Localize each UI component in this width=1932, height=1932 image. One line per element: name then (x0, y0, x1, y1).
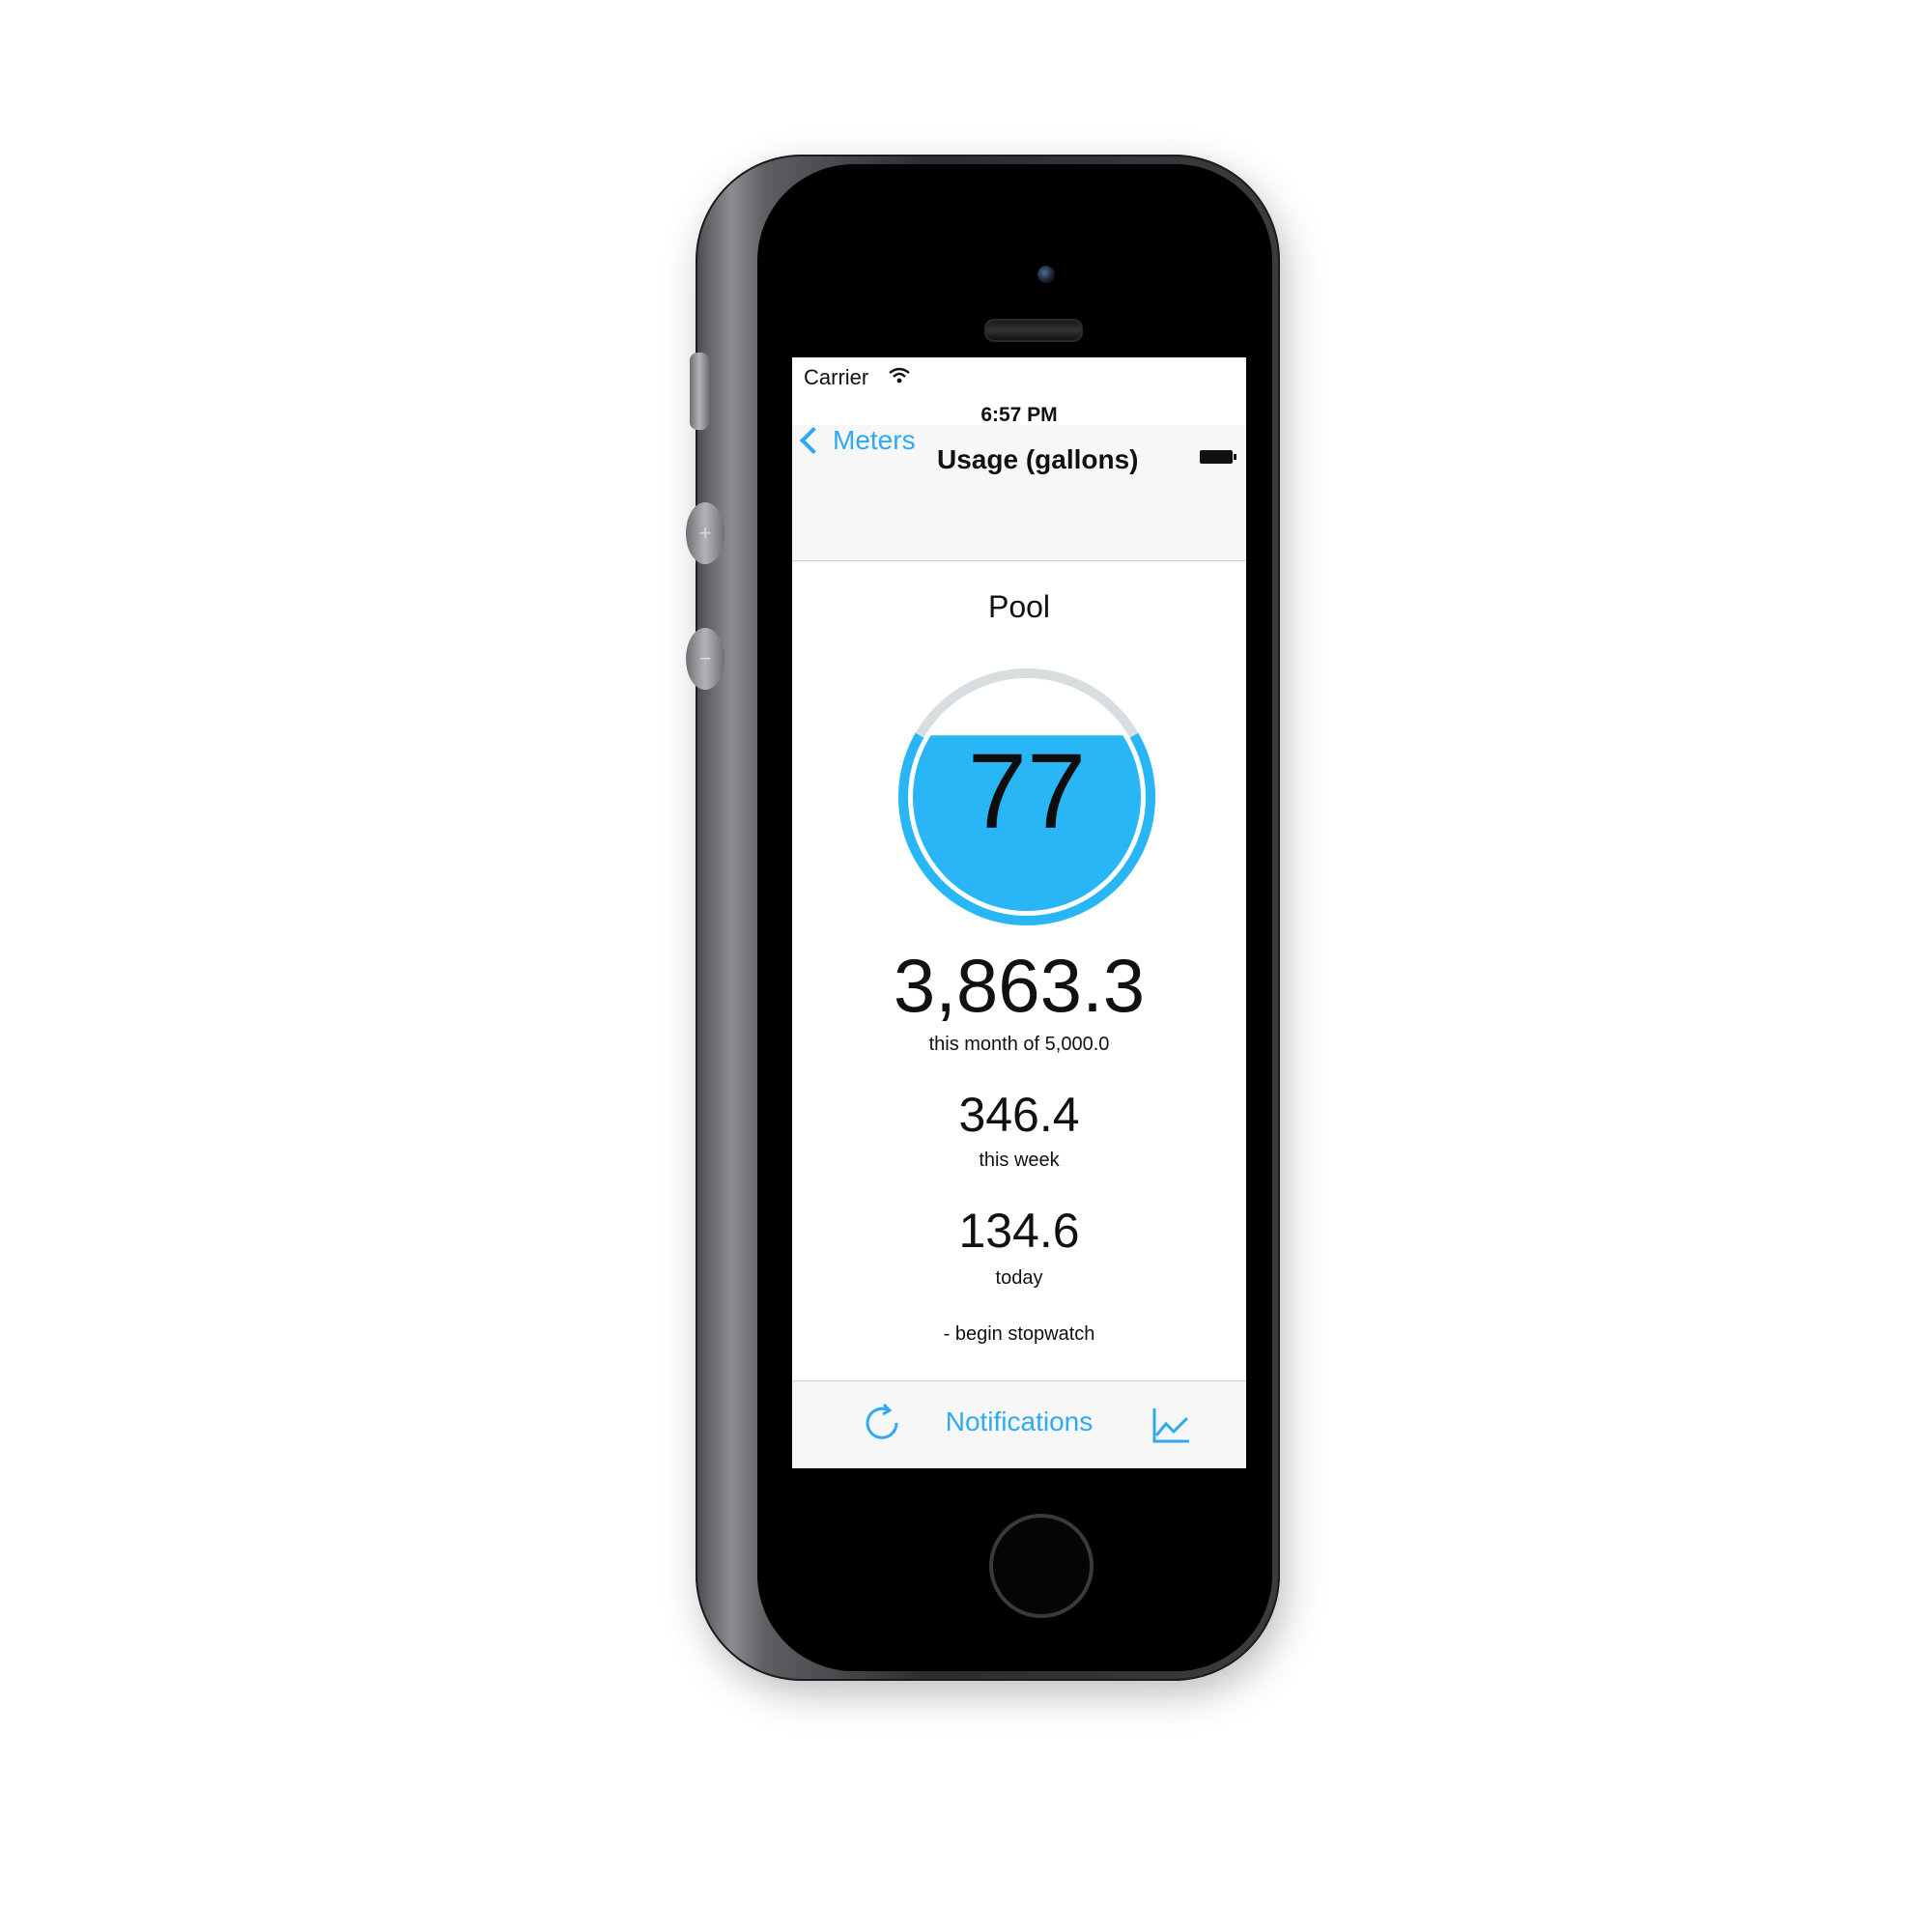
status-bar: Carrier 6:57 PM (792, 357, 1246, 426)
bottom-toolbar: Notifications (792, 1380, 1246, 1468)
usage-gauge: 77 (896, 667, 1157, 927)
minus-icon: − (698, 646, 712, 670)
plus-icon: + (698, 521, 712, 545)
earpiece-speaker (984, 319, 1083, 342)
front-camera (1037, 266, 1055, 283)
app-screen: Carrier 6:57 PM Meters Usage (gallons) P… (792, 357, 1246, 1468)
mute-switch (690, 353, 709, 430)
week-usage-value: 346.4 (958, 1088, 1080, 1142)
status-time: 6:57 PM (980, 404, 1058, 426)
back-button-meters[interactable]: Meters (799, 425, 916, 456)
meter-name: Pool (987, 589, 1051, 624)
today-usage-caption: today (995, 1267, 1043, 1289)
page-title: Usage (gallons) (937, 444, 1139, 474)
home-button[interactable] (989, 1514, 1094, 1618)
today-usage-value: 134.6 (958, 1204, 1080, 1258)
gauge-value: 77 (967, 732, 1087, 851)
begin-stopwatch-link[interactable]: - begin stopwatch (792, 1323, 1246, 1346)
carrier-label: Carrier (804, 365, 869, 389)
line-chart-icon[interactable] (1149, 1403, 1193, 1447)
chevron-left-icon (799, 426, 828, 455)
month-usage-caption: this month of 5,000.0 (928, 1034, 1110, 1055)
month-usage-value: 3,863.3 (893, 943, 1146, 1028)
usage-content: Pool 77 3,863.3 this month of 5,000.0 34… (792, 560, 1246, 1381)
battery-icon (1200, 450, 1236, 464)
volume-up-button: + (686, 502, 724, 564)
wifi-icon (889, 367, 910, 384)
device-mockup: + − Carrier 6:57 PM Meters Usage (gallon… (0, 0, 1932, 1932)
volume-down-button: − (686, 628, 724, 690)
back-button-label: Meters (833, 425, 916, 455)
week-usage-caption: this week (979, 1150, 1060, 1171)
